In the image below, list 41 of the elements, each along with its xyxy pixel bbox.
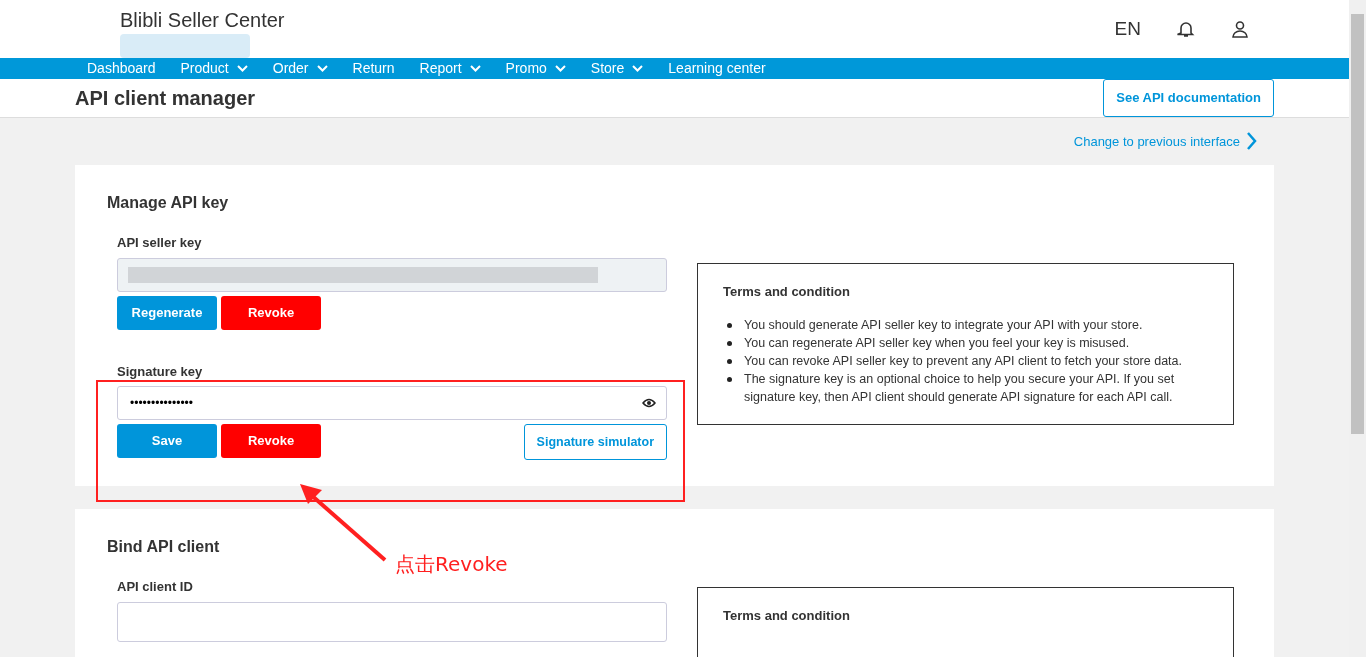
- nav-item[interactable]: Product: [180, 58, 248, 79]
- section-title: Manage API key: [107, 193, 230, 213]
- terms-title: Terms and condition: [723, 283, 851, 301]
- seller-key-field[interactable]: [117, 257, 667, 292]
- signature-simulator-button[interactable]: Signature simulator: [523, 424, 667, 460]
- nav-item[interactable]: Learning center: [668, 58, 766, 79]
- page-title: API client manager: [75, 85, 256, 110]
- terms-item: You can regenerate API seller key when you feel your key is misused.: [744, 334, 1130, 352]
- save-button[interactable]: Save: [117, 424, 217, 458]
- field-label: API seller key: [117, 234, 203, 252]
- brand-title: Blibli Seller Center: [120, 8, 285, 32]
- annotation-text: 点击Revoke: [395, 551, 508, 578]
- revoke-button[interactable]: Revoke: [221, 424, 321, 458]
- field-label: Signature key: [117, 362, 204, 381]
- bullet-icon: [727, 340, 732, 346]
- nav-item[interactable]: Promo: [505, 58, 566, 79]
- terms-item: The signature key is an optional choice to help you secure your API. If you set signature key, then API client should generate API signature for each API call.: [744, 370, 1176, 406]
- nav-item[interactable]: Dashboard: [87, 58, 156, 79]
- chevron-right-icon: [1246, 132, 1257, 151]
- client-id-field[interactable]: [117, 601, 667, 642]
- previous-interface-link[interactable]: Change to previous interface: [1073, 131, 1257, 151]
- nav-item[interactable]: Report: [419, 58, 481, 79]
- bullet-icon: [727, 322, 732, 328]
- api-documentation-button[interactable]: See API documentation: [1103, 79, 1274, 117]
- language-menu[interactable]: EN: [1114, 14, 1141, 44]
- terms-item: You can revoke API seller key to prevent any API client to fetch your store data.: [744, 352, 1182, 370]
- user-icon[interactable]: [1231, 20, 1249, 38]
- eye-icon[interactable]: [642, 398, 656, 408]
- terms-title: Terms and condition: [723, 607, 851, 625]
- nav-item[interactable]: Store: [590, 58, 644, 79]
- nav-item[interactable]: Return: [352, 58, 395, 79]
- bullet-icon: [727, 358, 732, 364]
- revoke-button[interactable]: Revoke: [221, 295, 321, 330]
- section-title: Bind API client: [107, 537, 221, 557]
- bullet-icon: [727, 376, 732, 382]
- nav-item[interactable]: Order: [272, 58, 328, 79]
- signature-key-field[interactable]: •••••••••••••••: [117, 386, 667, 420]
- terms-item: You should generate API seller key to integrate your API with your store.: [744, 316, 1143, 334]
- regenerate-button[interactable]: Regenerate: [117, 295, 217, 330]
- bell-icon[interactable]: [1177, 20, 1195, 38]
- field-label: API client ID: [117, 578, 194, 596]
